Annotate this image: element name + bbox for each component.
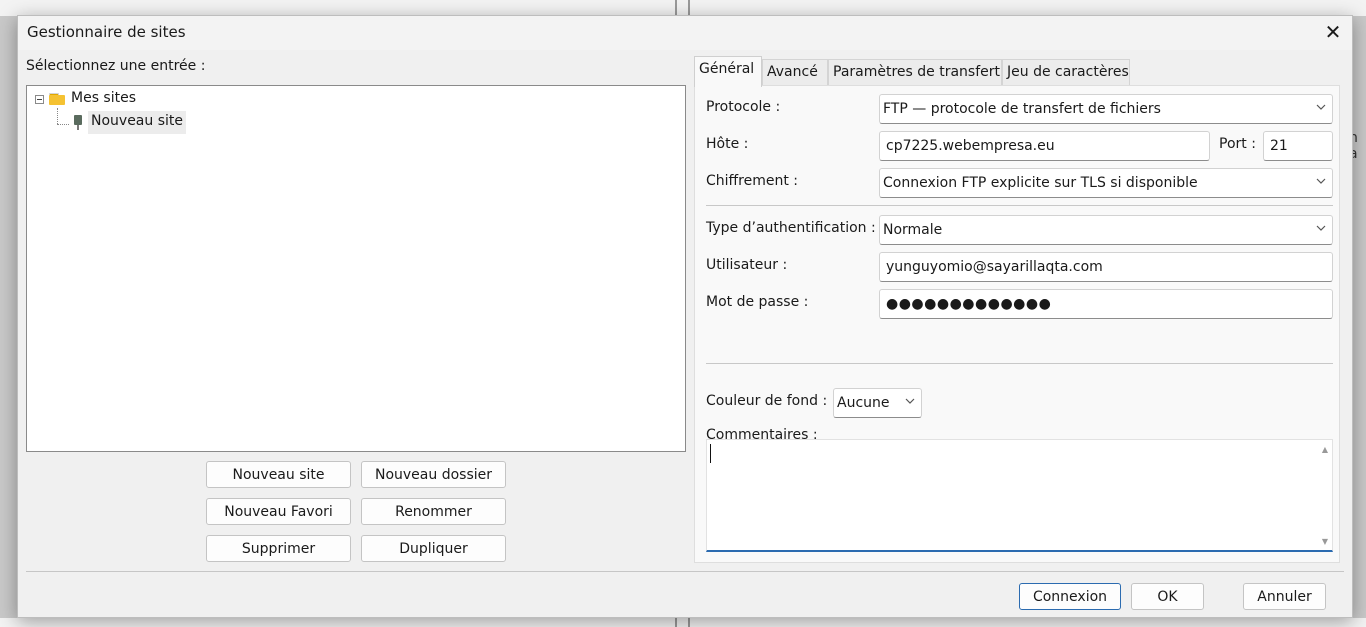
background-color-select[interactable]: Aucune (833, 388, 922, 418)
background-color-label: Couleur de fond : (706, 393, 828, 409)
background-color-value: Aucune (837, 395, 890, 411)
site-manager-dialog: Gestionnaire de sites ✕ Sélectionnez une… (17, 15, 1353, 618)
text-caret (710, 444, 711, 463)
section-divider (706, 205, 1333, 206)
tree-connector (57, 124, 69, 125)
encryption-select[interactable]: Connexion FTP explicite sur TLS si dispo… (879, 168, 1333, 198)
close-icon[interactable]: ✕ (1320, 20, 1346, 46)
tree-connector (57, 108, 58, 124)
protocol-label: Protocole : (706, 99, 781, 115)
chevron-down-icon (1316, 104, 1326, 110)
new-site-button[interactable]: Nouveau site (206, 461, 351, 488)
footer-divider (26, 571, 1344, 572)
ok-button[interactable]: OK (1131, 583, 1204, 610)
tree-item-nouveau-site[interactable]: Nouveau site (88, 111, 186, 134)
port-label: Port : (1219, 136, 1256, 152)
user-label: Utilisateur : (706, 257, 788, 273)
server-icon (74, 115, 82, 130)
site-tree[interactable]: Mes sites Nouveau site (26, 85, 686, 452)
background-window-strip (0, 0, 1366, 16)
connect-button[interactable]: Connexion (1019, 583, 1121, 610)
background-window-strip-bottom (0, 618, 1366, 627)
rename-button[interactable]: Renommer (361, 498, 506, 525)
duplicate-button[interactable]: Dupliquer (361, 535, 506, 562)
user-input[interactable]: yunguyomio@sayarillaqta.com (879, 252, 1333, 282)
protocol-select[interactable]: FTP — protocole de transfert de fichiers (879, 94, 1333, 124)
new-bookmark-button[interactable]: Nouveau Favori (206, 498, 351, 525)
general-panel: Protocole : FTP — protocole de transfert… (694, 85, 1340, 563)
scroll-up-icon[interactable]: ▲ (1322, 445, 1328, 454)
tab-general[interactable]: Général (694, 56, 762, 87)
tab-advanced[interactable]: Avancé (762, 59, 828, 86)
background-splitter (675, 618, 677, 627)
title-bar: Gestionnaire de sites ✕ (18, 16, 1352, 50)
tab-transfer-settings[interactable]: Paramètres de transfert (828, 59, 1002, 86)
host-input[interactable]: cp7225.webempresa.eu (879, 131, 1210, 161)
chevron-down-icon (1316, 225, 1326, 231)
new-folder-button[interactable]: Nouveau dossier (361, 461, 506, 488)
chevron-down-icon (1316, 178, 1326, 184)
auth-type-select[interactable]: Normale (879, 215, 1333, 245)
delete-button[interactable]: Supprimer (206, 535, 351, 562)
background-splitter (675, 0, 677, 16)
encryption-label: Chiffrement : (706, 173, 799, 189)
chevron-down-icon (905, 398, 915, 404)
encryption-value: Connexion FTP explicite sur TLS si dispo… (883, 175, 1198, 191)
collapse-icon[interactable] (35, 95, 44, 104)
host-label: Hôte : (706, 136, 749, 152)
scroll-down-icon[interactable]: ▼ (1322, 537, 1328, 546)
auth-type-value: Normale (883, 222, 943, 238)
password-label: Mot de passe : (706, 294, 809, 310)
tree-header: Sélectionnez une entrée : (26, 58, 206, 74)
cancel-button[interactable]: Annuler (1243, 583, 1326, 610)
comments-textarea[interactable]: ▲ ▼ (706, 439, 1333, 552)
protocol-value: FTP — protocole de transfert de fichiers (883, 101, 1161, 117)
dialog-title: Gestionnaire de sites (27, 23, 186, 41)
section-divider (706, 363, 1333, 364)
auth-type-label: Type d’authentification : (706, 220, 876, 236)
background-splitter (688, 0, 690, 16)
tree-item-mes-sites[interactable]: Mes sites (71, 90, 136, 106)
background-splitter (688, 618, 690, 627)
password-input[interactable]: ●●●●●●●●●●●●● (879, 289, 1333, 319)
tab-charset[interactable]: Jeu de caractères (1002, 59, 1130, 86)
port-input[interactable]: 21 (1263, 131, 1333, 161)
folder-icon (49, 93, 65, 105)
